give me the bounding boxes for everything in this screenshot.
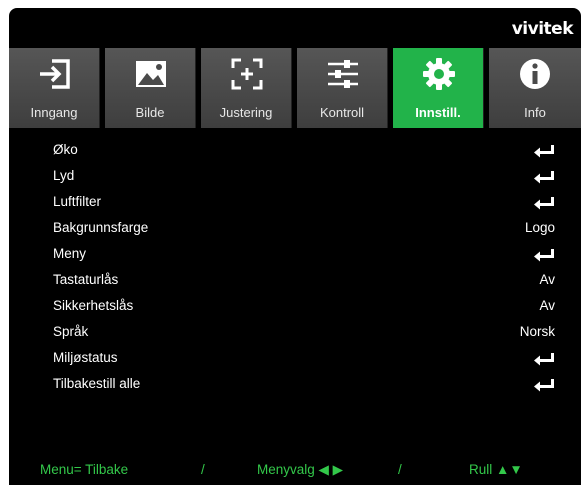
enter-icon xyxy=(534,353,554,366)
hint-separator: / xyxy=(398,462,402,477)
menu-item-label: Meny xyxy=(53,246,87,261)
enter-icon xyxy=(534,197,554,210)
info-icon xyxy=(520,59,550,89)
menu-item-label: Språk xyxy=(53,324,89,339)
tab-label: Justering xyxy=(219,105,273,120)
menu-item-label: Tastaturlås xyxy=(53,272,119,287)
tab-bilde[interactable]: Bilde xyxy=(105,48,196,128)
menu-item[interactable]: Øko xyxy=(9,138,581,164)
menu-item[interactable]: Luftfilter xyxy=(9,190,581,216)
enter-icon xyxy=(534,379,554,392)
brand-bar: vivitek xyxy=(9,8,581,48)
tab-kontroll[interactable]: Kontroll xyxy=(297,48,388,128)
footer-hints: Menu= Tilbake / Menyvalg ◀ ▶ / Rull ▲▼ xyxy=(9,456,581,485)
settings-menu: Øko Lyd Luftfilter Bakgrunnsfarge Logo Meny Ta… xyxy=(9,138,581,398)
menu-item[interactable]: Lyd xyxy=(9,164,581,190)
menu-item[interactable]: Bakgrunnsfarge Logo xyxy=(9,216,581,242)
osd-window: vivitek Inngang Bilde Justering Kontroll… xyxy=(9,8,581,485)
adjust-icon xyxy=(231,58,263,90)
menu-item-label: Miljøstatus xyxy=(53,350,118,365)
tab-label: Bilde xyxy=(135,105,165,120)
menu-item-label: Sikkerhetslås xyxy=(53,298,134,313)
tab-justering[interactable]: Justering xyxy=(201,48,292,128)
image-icon xyxy=(136,61,166,87)
tab-innstill[interactable]: Innstill. xyxy=(393,48,484,128)
tab-label: Info xyxy=(524,105,546,120)
menu-item-value: Norsk xyxy=(519,324,555,339)
sliders-icon xyxy=(328,60,358,88)
hint-select: Menyvalg ◀ ▶ xyxy=(257,462,344,477)
brand-logo: vivitek xyxy=(511,19,574,39)
gear-icon xyxy=(423,58,455,90)
menu-item[interactable]: Språk Norsk xyxy=(9,320,581,346)
enter-icon xyxy=(534,249,554,262)
menu-item-label: Luftfilter xyxy=(53,194,102,209)
menu-item[interactable]: Miljøstatus xyxy=(9,346,581,372)
tab-info[interactable]: Info xyxy=(489,48,581,128)
tab-bar: Inngang Bilde Justering Kontroll Innstil… xyxy=(9,48,581,128)
tab-label: Inngang xyxy=(30,105,78,120)
menu-item[interactable]: Meny xyxy=(9,242,581,268)
hint-separator: / xyxy=(201,462,205,477)
tab-label: Innstill. xyxy=(415,105,461,120)
tab-inngang[interactable]: Inngang xyxy=(9,48,100,128)
menu-item[interactable]: Sikkerhetslås Av xyxy=(9,294,581,320)
enter-icon xyxy=(534,171,554,184)
hint-back: Menu= Tilbake xyxy=(40,462,129,477)
menu-item-value: Av xyxy=(539,272,555,287)
menu-item-label: Tilbakestill alle xyxy=(53,376,141,391)
menu-item-label: Øko xyxy=(53,142,78,157)
menu-item-value: Av xyxy=(539,298,555,313)
menu-item[interactable]: Tastaturlås Av xyxy=(9,268,581,294)
input-icon xyxy=(40,59,70,89)
menu-item-label: Bakgrunnsfarge xyxy=(53,220,149,235)
tab-label: Kontroll xyxy=(319,105,365,120)
enter-icon xyxy=(534,145,554,158)
menu-item-label: Lyd xyxy=(53,168,75,183)
hint-scroll: Rull ▲▼ xyxy=(469,462,523,477)
menu-item[interactable]: Tilbakestill alle xyxy=(9,372,581,398)
menu-item-value: Logo xyxy=(524,220,555,235)
